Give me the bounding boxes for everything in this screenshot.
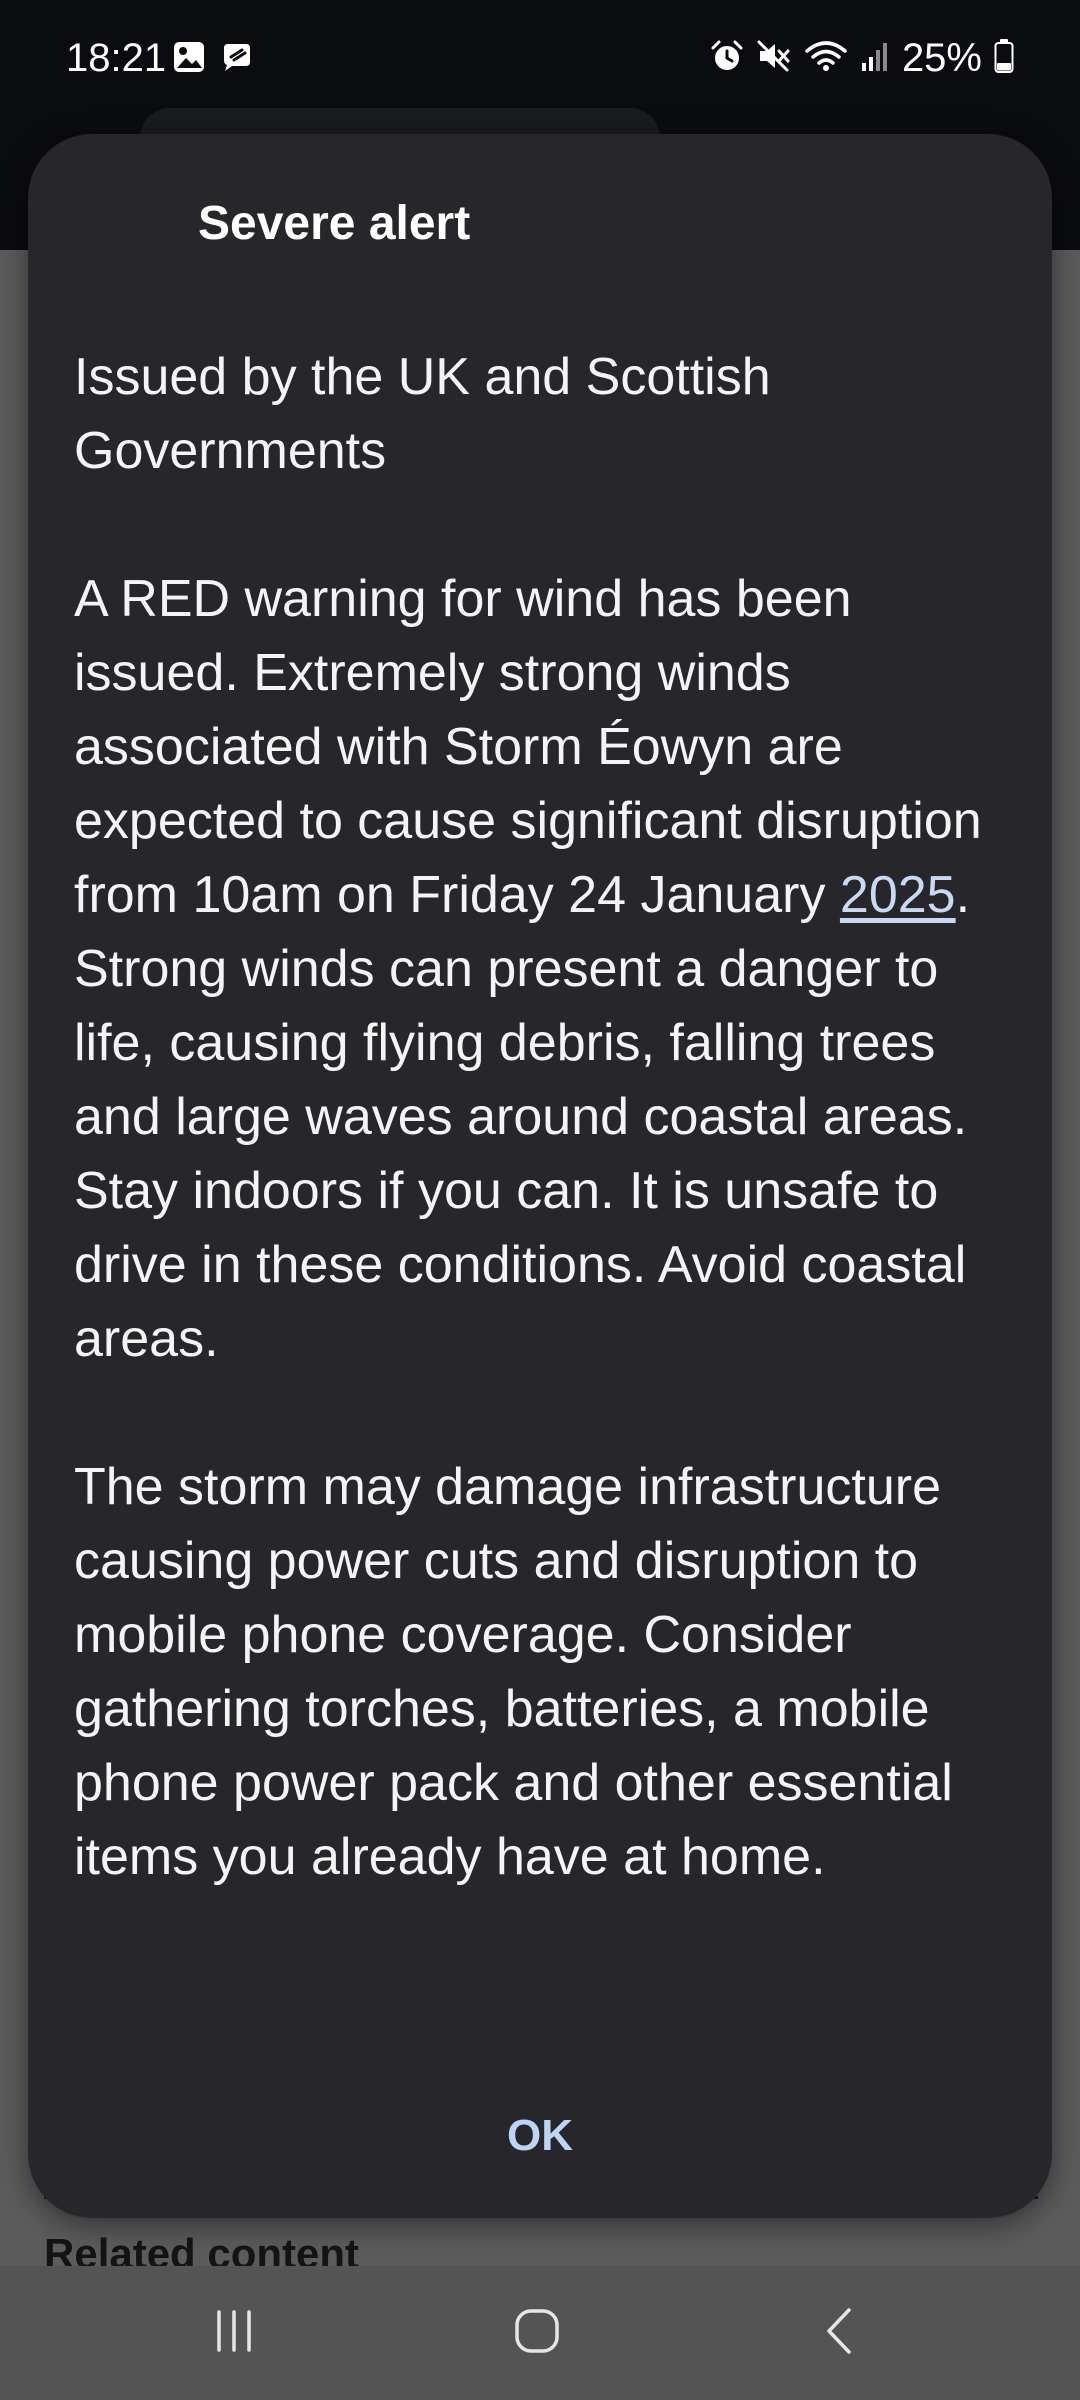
status-left-icons <box>172 40 256 79</box>
dialog-title: Severe alert <box>198 197 471 250</box>
notification-app-icon <box>220 40 256 79</box>
recent-apps-icon <box>209 2306 259 2361</box>
recent-apps-button[interactable] <box>174 2288 294 2378</box>
back-icon <box>815 2306 865 2361</box>
signal-icon <box>860 39 890 78</box>
wifi-icon <box>804 39 848 78</box>
mute-icon <box>756 39 792 78</box>
severe-alert-dialog: Severe alert Issued by the UK and Scotti… <box>28 134 1052 2218</box>
year-link[interactable]: 2025 <box>840 866 956 924</box>
ok-button[interactable]: OK <box>410 2094 670 2178</box>
back-button[interactable] <box>780 2288 900 2378</box>
home-icon <box>512 2306 562 2361</box>
alert-warning-text-continued: . Strong winds can present a danger to l… <box>74 866 971 1368</box>
alert-issuer: Issued by the UK and Scottish Government… <box>74 348 771 480</box>
status-right-group: 25% <box>710 34 1014 82</box>
status-bar: 18:21 25% <box>0 0 1080 118</box>
dialog-body: Issued by the UK and Scottish Government… <box>74 340 1014 1894</box>
alert-warning: A RED warning for wind has been issued. … <box>74 562 1014 1376</box>
home-button[interactable] <box>477 2288 597 2378</box>
navigation-bar <box>0 2266 1080 2400</box>
gallery-icon <box>172 40 206 79</box>
alert-advice: The storm may damage infrastructure caus… <box>74 1458 953 1886</box>
battery-percent: 25% <box>901 36 982 80</box>
battery-icon <box>994 38 1014 79</box>
alarm-icon <box>710 39 744 78</box>
status-time: 18:21 <box>66 36 167 80</box>
